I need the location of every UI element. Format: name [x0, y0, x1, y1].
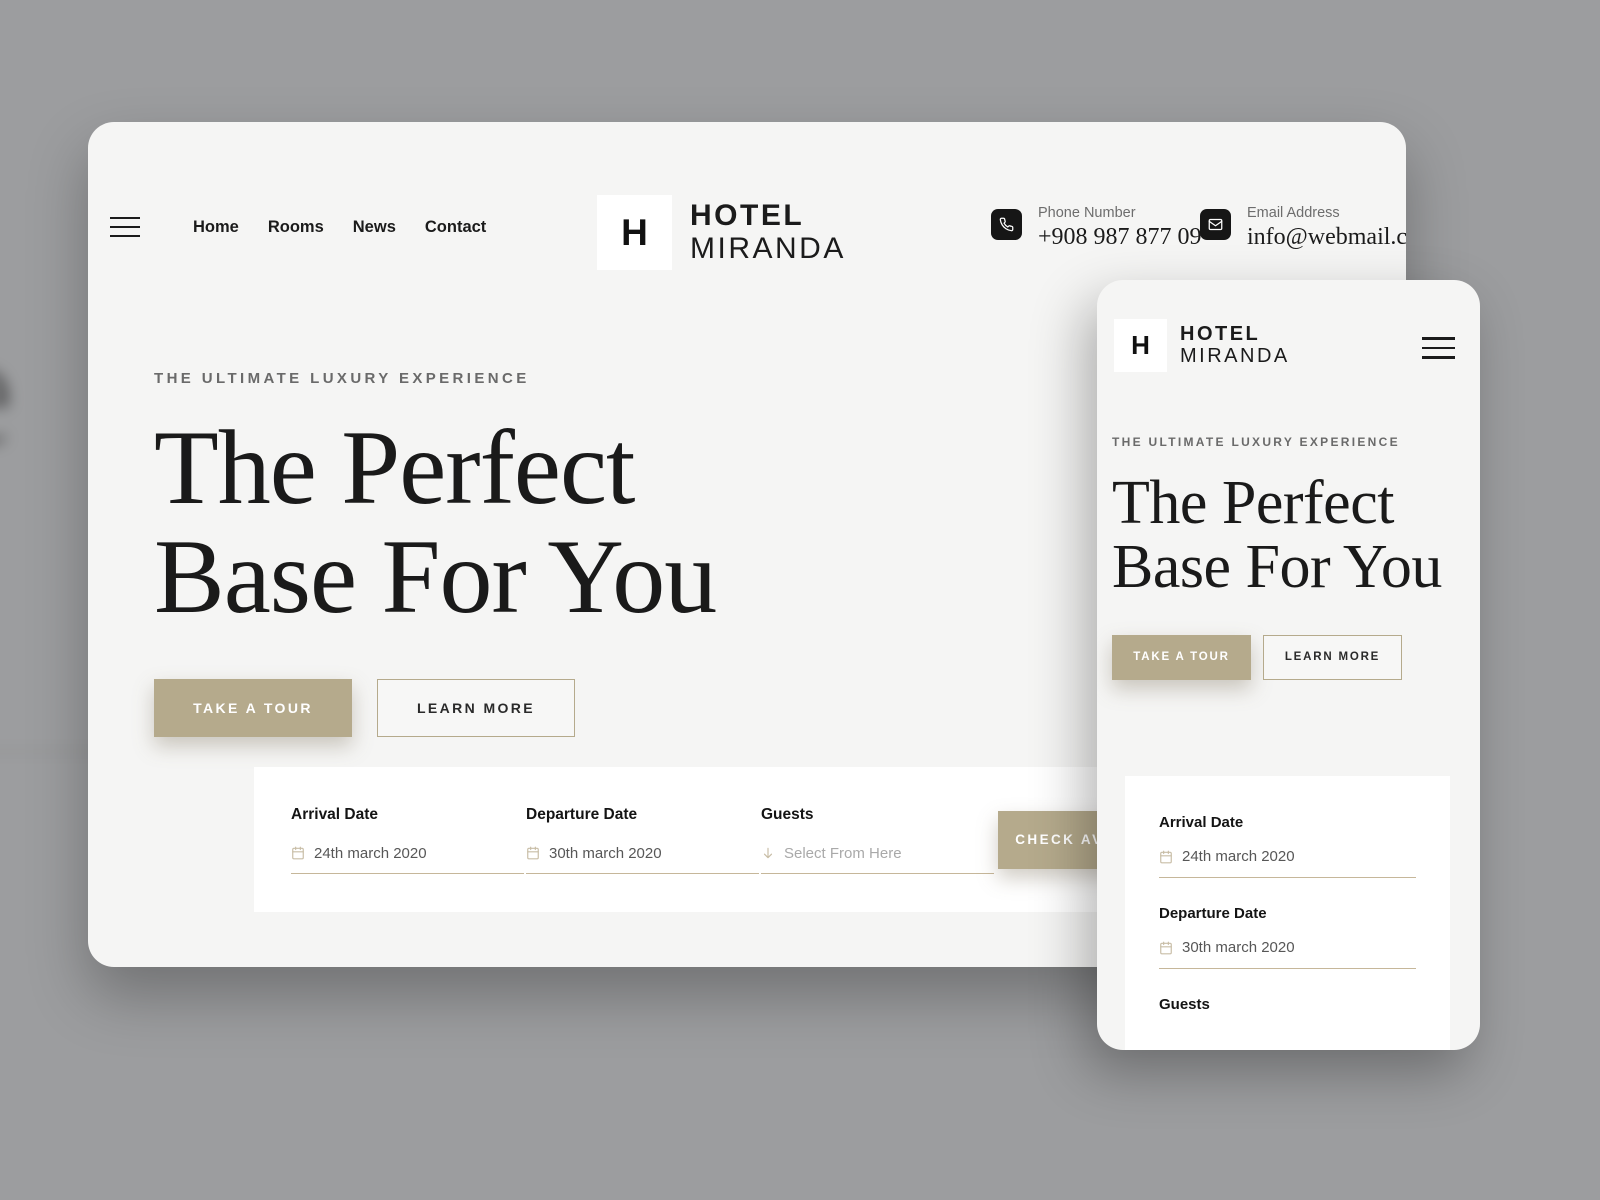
contact-phone[interactable]: Phone Number +908 987 877 09 — [991, 205, 1202, 251]
mobile-departure-date-label: Departure Date — [1159, 905, 1267, 922]
logo-name-line1: HOTEL — [690, 199, 805, 233]
mobile-guests-label: Guests — [1159, 996, 1210, 1013]
mobile-departure-date-value: 30th march 2020 — [1182, 939, 1295, 956]
arrival-date-input[interactable]: 24th march 2020 — [291, 845, 524, 874]
mobile-arrival-date-field: Arrival Date 24th march 2020 — [1159, 814, 1416, 878]
nav-item-news[interactable]: News — [353, 218, 396, 237]
logo-wordmark: HOTEL MIRANDA — [690, 199, 846, 265]
mobile-hero-title-line1: The Perfect — [1112, 469, 1394, 537]
hero-title-line1: The Perfect — [154, 409, 635, 526]
logo-name-line2: MIRANDA — [690, 231, 846, 265]
nav-item-rooms[interactable]: Rooms — [268, 218, 324, 237]
contact-phone-value: +908 987 877 09 — [1038, 224, 1202, 250]
hamburger-bar — [1422, 356, 1455, 359]
logo-mark: H — [1114, 319, 1167, 372]
hamburger-bar — [110, 217, 140, 219]
hero-button-row: TAKE A TOUR LEARN MORE — [154, 679, 716, 738]
mobile-hero-title: The Perfect Base For You — [1112, 471, 1442, 600]
hamburger-bar — [110, 226, 140, 228]
contact-email-value: info@webmail.com — [1247, 224, 1406, 250]
background-headline-fragment-1: fe — [0, 310, 14, 470]
mobile-hamburger-icon[interactable] — [1422, 337, 1455, 359]
arrival-date-field: Arrival Date 24th march 2020 — [291, 806, 524, 874]
contact-phone-text: Phone Number +908 987 877 09 — [1038, 205, 1202, 251]
envelope-icon — [1200, 209, 1231, 240]
mobile-arrival-date-label: Arrival Date — [1159, 814, 1244, 831]
phone-icon — [991, 209, 1022, 240]
calendar-icon — [527, 846, 539, 860]
mobile-arrival-date-value: 24th march 2020 — [1182, 848, 1295, 865]
hamburger-icon[interactable] — [110, 217, 140, 237]
contact-phone-label: Phone Number — [1038, 205, 1136, 221]
mobile-hero-eyebrow: THE ULTIMATE LUXURY EXPERIENCE — [1112, 435, 1400, 449]
mobile-booking-card: Arrival Date 24th march 2020 Departure D… — [1125, 776, 1450, 1050]
mobile-hero-title-line2: Base For You — [1112, 533, 1442, 602]
learn-more-button[interactable]: LEARN MORE — [377, 679, 575, 738]
desktop-logo[interactable]: H HOTEL MIRANDA — [597, 195, 846, 270]
mobile-departure-date-field: Departure Date 30th march 2020 — [1159, 905, 1416, 969]
hamburger-bar — [1422, 346, 1455, 349]
logo-mark: H — [597, 195, 672, 270]
mobile-departure-date-input[interactable]: 30th march 2020 — [1159, 939, 1416, 969]
departure-date-label: Departure Date — [526, 805, 638, 823]
contact-email-label: Email Address — [1247, 205, 1340, 221]
nav-item-contact[interactable]: Contact — [425, 218, 486, 237]
logo-name-line2: MIRANDA — [1180, 344, 1290, 367]
departure-date-input[interactable]: 30th march 2020 — [526, 845, 759, 874]
hamburger-bar — [1422, 337, 1455, 340]
contact-email-text: Email Address info@webmail.com — [1247, 205, 1406, 251]
hero-eyebrow: THE ULTIMATE LUXURY EXPERIENCE — [154, 370, 530, 387]
calendar-icon — [292, 846, 304, 860]
logo-wordmark: HOTEL MIRANDA — [1180, 322, 1290, 367]
hero-title-line2: Base For You — [154, 518, 717, 636]
mobile-take-a-tour-button[interactable]: TAKE A TOUR — [1112, 634, 1251, 680]
departure-date-field: Departure Date 30th march 2020 — [526, 806, 759, 874]
logo-name-line1: HOTEL — [1180, 322, 1261, 345]
hero-title: The Perfect Base For You — [154, 409, 717, 636]
mobile-hero-button-row: TAKE A TOUR LEARN MORE — [1112, 634, 1442, 680]
mobile-hero: THE ULTIMATE LUXURY EXPERIENCE The Perfe… — [1112, 435, 1442, 680]
desktop-hero: THE ULTIMATE LUXURY EXPERIENCE The Perfe… — [154, 370, 717, 738]
guests-select[interactable]: Select From Here — [761, 845, 994, 874]
contact-email[interactable]: Email Address info@webmail.com — [1200, 205, 1406, 251]
mobile-guests-field: Guests — [1159, 996, 1416, 1013]
hamburger-bar — [110, 235, 140, 237]
guests-placeholder: Select From Here — [784, 844, 902, 862]
calendar-icon — [1160, 850, 1172, 863]
guests-field: Guests Select From Here — [761, 806, 994, 874]
desktop-nav: Home Rooms News Contact — [193, 218, 486, 237]
calendar-icon — [1160, 941, 1172, 954]
arrival-date-value: 24th march 2020 — [314, 844, 427, 862]
mobile-arrival-date-input[interactable]: 24th march 2020 — [1159, 848, 1416, 878]
mobile-mockup: H HOTEL MIRANDA THE ULTIMATE LUXURY EXPE… — [1097, 280, 1480, 1050]
mobile-header: H HOTEL MIRANDA — [1097, 280, 1480, 400]
guests-label: Guests — [761, 805, 814, 823]
nav-item-home[interactable]: Home — [193, 218, 239, 237]
mobile-learn-more-button[interactable]: LEARN MORE — [1263, 634, 1402, 680]
arrival-date-label: Arrival Date — [291, 805, 379, 823]
arrow-down-icon — [763, 847, 773, 859]
take-a-tour-button[interactable]: TAKE A TOUR — [154, 679, 352, 738]
mobile-logo[interactable]: H HOTEL MIRANDA — [1114, 319, 1290, 372]
departure-date-value: 30th march 2020 — [549, 844, 662, 862]
